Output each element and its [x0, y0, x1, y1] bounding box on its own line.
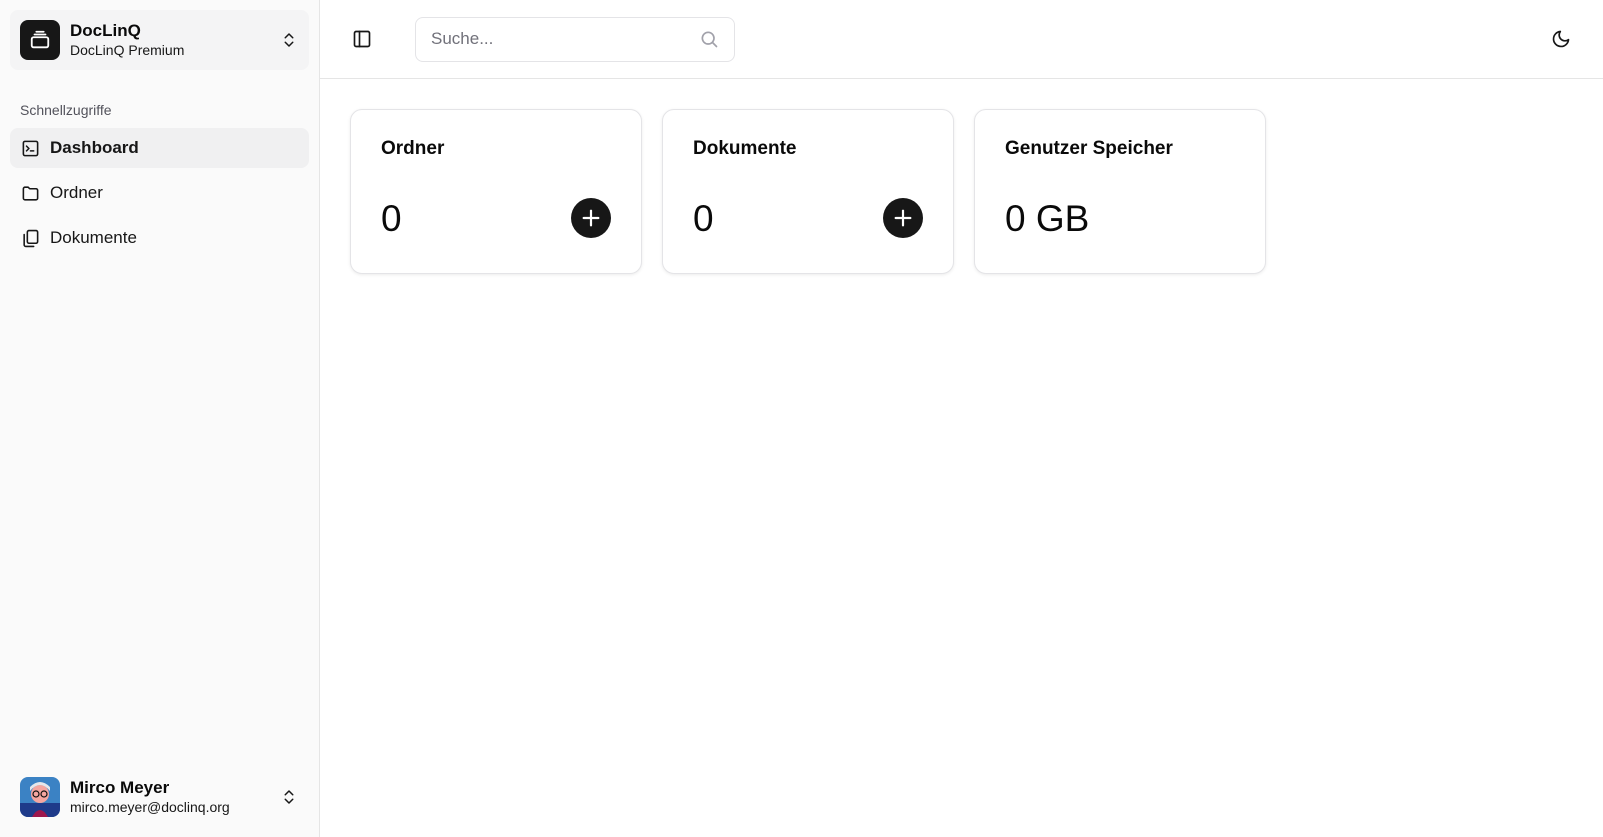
sidebar-item-ordner[interactable]: Ordner: [10, 173, 309, 213]
team-switcher[interactable]: DocLinQ DocLinQ Premium: [10, 10, 309, 70]
app: DocLinQ DocLinQ Premium Schnellzugriffe: [0, 0, 1603, 837]
user-menu[interactable]: Mirco Meyer mirco.meyer@doclinq.org: [10, 767, 309, 827]
card-ordner: Ordner 0: [350, 109, 642, 274]
card-title: Ordner: [381, 138, 445, 159]
sidebar-nav: Dashboard Ordner Dokumente: [10, 128, 309, 263]
terminal-square-icon: [20, 138, 40, 158]
chevrons-up-down-icon: [279, 787, 299, 807]
plus-icon: [894, 209, 912, 227]
card-value: 0: [693, 198, 714, 239]
chevrons-up-down-icon: [279, 30, 299, 50]
top-header: [320, 0, 1603, 79]
card-dokumente: Dokumente 0: [662, 109, 954, 274]
card-value: 0 GB: [1005, 198, 1090, 239]
search-box: [415, 16, 735, 62]
card-value: 0: [381, 198, 402, 239]
moon-icon: [1552, 30, 1570, 48]
theme-toggle-button[interactable]: [1543, 21, 1579, 57]
sidebar-group-label: Schnellzugriffe: [20, 102, 112, 118]
search-icon[interactable]: [699, 29, 719, 49]
sidebar-item-label: Dokumente: [50, 228, 137, 247]
team-name: DocLinQ: [70, 21, 141, 41]
card-title: Dokumente: [693, 138, 797, 159]
dashboard-cards: Ordner 0 Dokumente 0 Genutzer Speicher 0…: [320, 79, 1603, 304]
sidebar-item-dokumente[interactable]: Dokumente: [10, 218, 309, 258]
search-input[interactable]: [431, 29, 699, 49]
sidebar-toggle-button[interactable]: [344, 21, 380, 57]
team-plan: DocLinQ Premium: [70, 41, 185, 58]
user-info: Mirco Meyer mirco.meyer@doclinq.org: [70, 778, 279, 815]
card-title: Genutzer Speicher: [1005, 138, 1173, 159]
panel-left-icon: [353, 30, 371, 48]
sidebar: DocLinQ DocLinQ Premium Schnellzugriffe: [0, 0, 320, 837]
plus-icon: [582, 209, 600, 227]
card-storage: Genutzer Speicher 0 GB: [974, 109, 1266, 274]
add-folder-button[interactable]: [571, 198, 611, 238]
main-area: Ordner 0 Dokumente 0: [320, 0, 1603, 837]
sidebar-item-label: Ordner: [50, 183, 103, 202]
sidebar-item-label: Dashboard: [50, 138, 139, 157]
avatar: [20, 777, 60, 817]
team-info: DocLinQ DocLinQ Premium: [70, 21, 279, 58]
add-document-button[interactable]: [883, 198, 923, 238]
user-name: Mirco Meyer: [70, 778, 170, 798]
app-logo-icon: [20, 20, 60, 60]
user-email: mirco.meyer@doclinq.org: [70, 798, 230, 815]
documents-icon: [20, 228, 40, 248]
folder-icon: [20, 183, 40, 203]
sidebar-item-dashboard[interactable]: Dashboard: [10, 128, 309, 168]
